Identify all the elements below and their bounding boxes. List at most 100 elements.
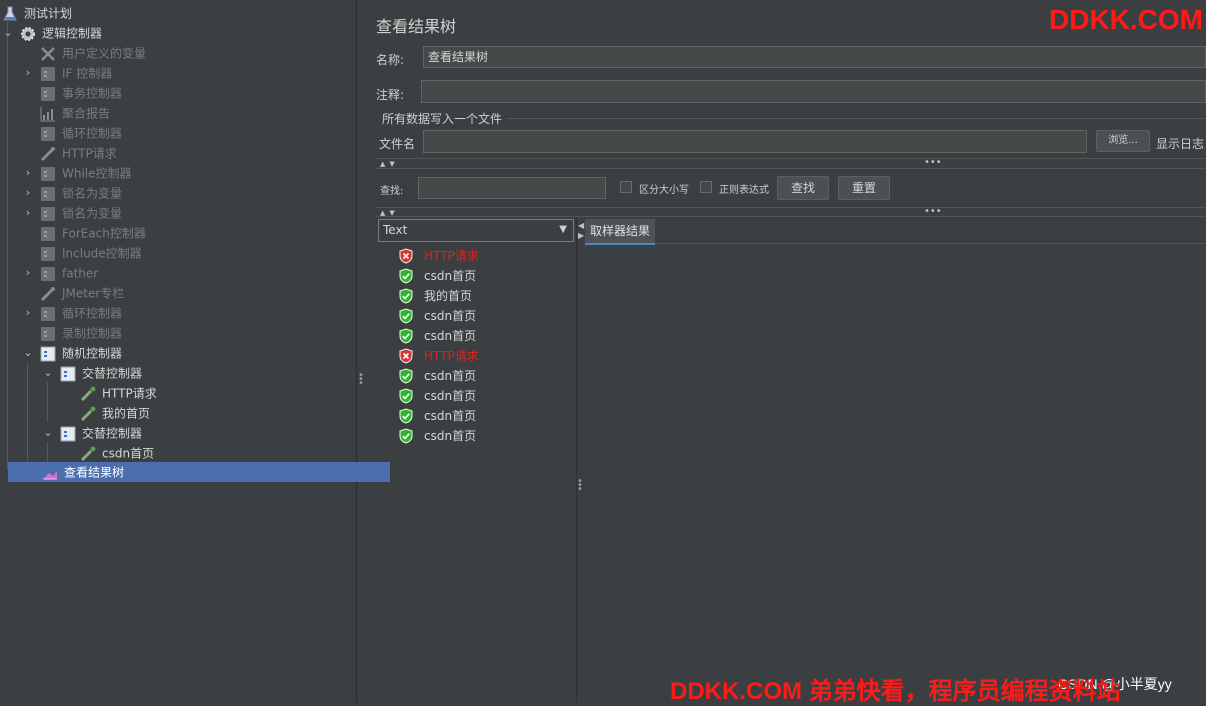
log-display-label: 显示日志	[1156, 137, 1205, 151]
expand-chevron-icon[interactable]: ›	[21, 263, 35, 283]
controller-icon	[40, 246, 56, 262]
regex-label: 正则表达式	[719, 185, 769, 196]
tree-node-test-plan[interactable]: 测试计划	[2, 3, 72, 23]
chart-icon	[40, 106, 56, 122]
controller-icon	[60, 366, 76, 382]
listener-icon	[42, 465, 58, 481]
controller-icon	[40, 326, 56, 342]
renderer-selected-value: Text	[383, 223, 408, 237]
collapse-chevron-icon[interactable]: ⌄	[41, 363, 55, 383]
tree-node-include-controller[interactable]: Include控制器	[40, 243, 142, 263]
tree-node-logic-controller[interactable]: 逻辑控制器	[20, 23, 102, 43]
tree-node-if-controller[interactable]: IF 控制器	[40, 63, 112, 83]
controller-icon	[60, 426, 76, 442]
tree-node-loop-controller[interactable]: 循环控制器	[40, 303, 122, 323]
pipette-icon	[40, 286, 56, 302]
regex-checkbox[interactable]	[700, 181, 712, 193]
tree-node-http-request[interactable]: HTTP请求	[80, 383, 157, 403]
collapse-chevron-icon[interactable]: ⌄	[41, 423, 55, 443]
success-shield-icon	[398, 367, 414, 384]
success-shield-icon	[398, 287, 414, 304]
tree-node-transaction-controller[interactable]: 事务控制器	[40, 83, 122, 103]
tree-node-while-controller[interactable]: While控制器	[40, 163, 132, 183]
list-item[interactable]: 我的首页	[398, 285, 472, 305]
tab-sampler-result[interactable]: 取样器结果	[585, 219, 656, 245]
section-divider	[376, 207, 1206, 208]
comment-label: 注释:	[376, 88, 405, 102]
watermark-bottom: DDKK.COM 弟弟快看，程序员编程资料站	[670, 678, 1121, 705]
tree-node-csdn-homepage[interactable]: csdn首页	[80, 443, 154, 463]
file-name-field[interactable]	[423, 130, 1087, 153]
tree-guide-line	[47, 382, 48, 422]
sampler-detail-area	[585, 243, 1206, 703]
list-item[interactable]: HTTP请求	[398, 345, 479, 365]
success-shield-icon	[398, 327, 414, 344]
list-item[interactable]: csdn首页	[398, 265, 476, 285]
tree-node-http-request[interactable]: HTTP请求	[40, 143, 117, 163]
tree-node-foreach-controller[interactable]: ForEach控制器	[40, 223, 146, 243]
search-label: 查找:	[380, 186, 404, 197]
expand-chevron-icon[interactable]: ›	[21, 163, 35, 183]
tree-node-record-controller[interactable]: 录制控制器	[40, 323, 122, 343]
flask-icon	[2, 6, 18, 22]
tree-node-lock-variable[interactable]: 锁名为变量	[40, 183, 122, 203]
tree-node-interleave-controller[interactable]: 交替控制器	[60, 363, 142, 383]
renderer-select[interactable]: Text ▼	[378, 219, 574, 242]
search-field[interactable]	[418, 177, 606, 199]
tree-node-jmeter-column[interactable]: JMeter专栏	[40, 283, 124, 303]
list-item[interactable]: HTTP请求	[398, 245, 479, 265]
list-detail-divider	[576, 217, 577, 702]
list-item[interactable]: csdn首页	[398, 305, 476, 325]
expand-chevron-icon[interactable]: ›	[21, 63, 35, 83]
expand-chevron-icon[interactable]: ›	[21, 183, 35, 203]
tree-node-aggregate-report[interactable]: 聚合报告	[40, 103, 110, 123]
name-field[interactable]: 查看结果树	[423, 46, 1206, 68]
tree-node-my-homepage[interactable]: 我的首页	[80, 403, 150, 423]
pipette-icon	[80, 386, 96, 402]
splitter-handle[interactable]: • • •	[576, 477, 584, 495]
file-section-label: 所有数据写入一个文件	[382, 112, 503, 126]
tree-guide-line	[47, 442, 48, 462]
drag-handle-icon[interactable]: •••	[924, 157, 942, 168]
success-shield-icon	[398, 307, 414, 324]
tree-guide-line	[7, 22, 8, 470]
list-item[interactable]: csdn首页	[398, 385, 476, 405]
reset-button[interactable]: 重置	[838, 176, 890, 200]
comment-field[interactable]	[421, 80, 1206, 103]
controller-icon	[40, 126, 56, 142]
tree-node-user-variables[interactable]: 用户定义的变量	[40, 43, 146, 63]
expand-arrows-icon[interactable]: ◀ ▶	[578, 221, 584, 241]
splitter-handle[interactable]: • • •	[357, 371, 365, 389]
tree-node-view-results-tree[interactable]: 查看结果树	[8, 462, 390, 482]
collapse-arrows-icon[interactable]: ▲▼	[380, 160, 399, 168]
pipette-icon	[40, 146, 56, 162]
tree-node-random-controller[interactable]: 随机控制器	[40, 343, 122, 363]
controller-icon	[40, 226, 56, 242]
expand-chevron-icon[interactable]: ›	[21, 203, 35, 223]
watermark-top: DDKK.COM	[1049, 4, 1203, 35]
section-divider	[376, 168, 1206, 169]
find-button[interactable]: 查找	[777, 176, 829, 200]
name-label: 名称:	[376, 53, 405, 67]
tree-node-loop-controller[interactable]: 循环控制器	[40, 123, 122, 143]
controller-icon	[40, 206, 56, 222]
list-item[interactable]: csdn首页	[398, 365, 476, 385]
collapse-chevron-icon[interactable]: ⌄	[1, 23, 15, 43]
expand-chevron-icon[interactable]: ›	[21, 303, 35, 323]
tree-node-father[interactable]: father	[40, 263, 98, 283]
chevron-down-icon: ▼	[559, 224, 567, 235]
section-divider	[376, 216, 1206, 217]
test-plan-tree[interactable]: 测试计划 ⌄ 逻辑控制器 用户定义的变量 › IF 控制器 事务控制器 聚合报告…	[0, 0, 390, 702]
section-divider	[376, 158, 1206, 159]
collapse-chevron-icon[interactable]: ⌄	[21, 343, 35, 363]
file-name-label: 文件名	[379, 137, 416, 151]
wrench-icon	[40, 46, 56, 62]
list-item[interactable]: csdn首页	[398, 425, 476, 445]
tree-node-lock-variable[interactable]: 锁名为变量	[40, 203, 122, 223]
list-item[interactable]: csdn首页	[398, 405, 476, 425]
browse-button[interactable]: 浏览...	[1096, 130, 1150, 152]
tree-node-interleave-controller[interactable]: 交替控制器	[60, 423, 142, 443]
list-item[interactable]: csdn首页	[398, 325, 476, 345]
success-shield-icon	[398, 407, 414, 424]
case-sensitive-checkbox[interactable]	[620, 181, 632, 193]
